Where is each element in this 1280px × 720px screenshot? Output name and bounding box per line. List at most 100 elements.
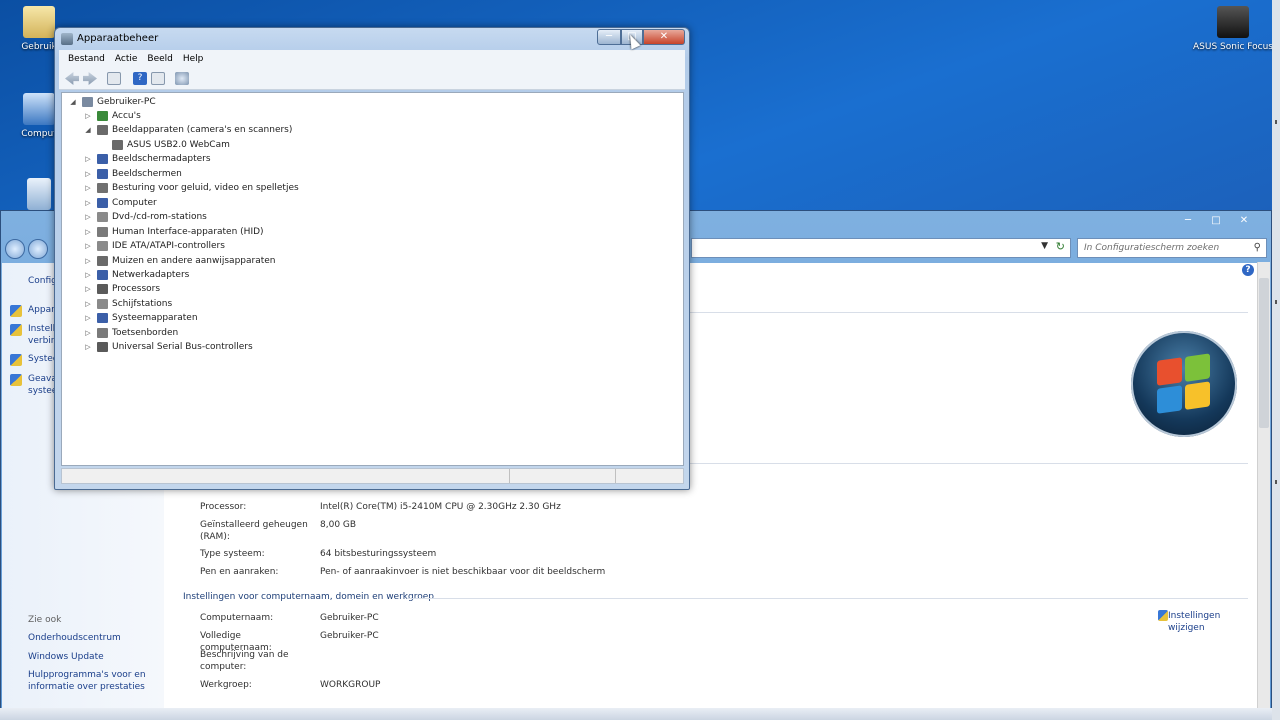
status-bar xyxy=(61,468,684,484)
shield-icon xyxy=(10,305,22,317)
see-also-title: Zie ook xyxy=(28,615,62,625)
computer-description-label: Beschrijving van de xyxy=(200,650,289,660)
back-icon[interactable] xyxy=(5,239,25,259)
expand-icon[interactable]: ▷ xyxy=(83,167,93,181)
desktop-icon-label: Gebruik xyxy=(21,42,57,52)
menu-file[interactable]: Bestand xyxy=(63,50,110,68)
tree-label: Dvd-/cd-rom-stations xyxy=(112,212,207,223)
chevron-down-icon[interactable]: ▼ xyxy=(1041,241,1048,251)
desktop-icon-label: ASUS Sonic Focus xyxy=(1193,42,1273,52)
screen-scrollbar[interactable] xyxy=(1272,0,1280,720)
expand-icon[interactable]: ▷ xyxy=(83,268,93,282)
computer-icon xyxy=(23,93,55,125)
computer-settings-heading: Instellingen voor computernaam, domein e… xyxy=(183,592,434,602)
menu-bar: Bestand Actie Beeld Help xyxy=(59,50,685,68)
help-icon[interactable]: ? xyxy=(133,72,147,85)
tree-label: IDE ATA/ATAPI-controllers xyxy=(112,241,225,252)
forward-icon[interactable] xyxy=(28,239,48,259)
left-link-advanced[interactable]: Geava xyxy=(28,373,57,385)
scrollbar[interactable] xyxy=(1257,262,1270,708)
device-category-icon xyxy=(97,342,108,353)
device-category-icon xyxy=(97,284,108,295)
tree-label: Gebruiker-PC xyxy=(97,97,156,107)
tree-label: ASUS USB2.0 WebCam xyxy=(127,139,230,150)
minimize-button[interactable]: ─ xyxy=(597,29,621,45)
user-folder-icon xyxy=(23,6,55,38)
expand-icon[interactable]: ▷ xyxy=(83,311,93,325)
minimize-button[interactable]: ─ xyxy=(1175,213,1201,229)
navigation-buttons xyxy=(5,239,48,259)
tree-label: Universal Serial Bus-controllers xyxy=(112,342,253,353)
device-category-icon xyxy=(97,125,108,136)
search-input[interactable]: In Configuratiescherm zoeken ⚲ xyxy=(1077,238,1267,258)
desktop-icon-label: Comput xyxy=(21,129,57,139)
address-bar[interactable]: ▼ ↻ xyxy=(691,238,1071,258)
left-link-advanced-line2[interactable]: systee xyxy=(28,385,57,397)
expand-icon[interactable]: ▷ xyxy=(83,340,93,354)
expand-icon[interactable]: ▷ xyxy=(83,109,93,123)
device-category-icon xyxy=(97,183,108,194)
menu-help[interactable]: Help xyxy=(178,50,209,68)
device-category-icon xyxy=(97,269,108,280)
back-arrow-icon[interactable] xyxy=(65,72,79,85)
change-settings-link[interactable]: Instellingen wijzigen xyxy=(1158,610,1248,634)
expand-icon[interactable]: ▷ xyxy=(83,225,93,239)
pen-touch-label: Pen en aanraken: xyxy=(200,567,279,577)
change-settings-label: Instellingen xyxy=(1168,611,1221,621)
see-also-link[interactable]: Hulpprogramma's voor en xyxy=(28,669,146,681)
computer-description-label-line2: computer: xyxy=(200,662,247,672)
control-panel-caption-buttons: ─ □ ✕ xyxy=(1175,213,1257,229)
see-also-link[interactable]: Windows Update xyxy=(28,651,104,663)
device-manager-window: Apparaatbeheer ─ □ ✕ Bestand Actie Beeld… xyxy=(54,27,690,490)
left-link-remote-line2[interactable]: verbin xyxy=(28,335,56,347)
recycle-bin-icon xyxy=(27,178,51,210)
caption-buttons: ─ □ ✕ xyxy=(597,29,685,45)
ram-value: 8,00 GB xyxy=(320,520,357,530)
tree-label: Beeldschermen xyxy=(112,168,182,179)
tree-label: Processors xyxy=(112,284,161,295)
ram-label: Geïnstalleerd geheugen xyxy=(200,520,308,530)
tree-label: Human Interface-apparaten (HID) xyxy=(112,226,264,237)
see-also-link[interactable]: Onderhoudscentrum xyxy=(28,632,121,644)
see-also-link-line2[interactable]: informatie over prestaties xyxy=(28,681,145,693)
expand-icon[interactable]: ▷ xyxy=(83,196,93,210)
expand-icon[interactable]: ▷ xyxy=(83,210,93,224)
scan-hardware-icon[interactable] xyxy=(175,72,189,85)
device-category-icon xyxy=(97,197,108,208)
close-button[interactable]: ✕ xyxy=(643,29,685,45)
menu-view[interactable]: Beeld xyxy=(142,50,177,68)
collapse-icon[interactable]: ◢ xyxy=(68,95,78,109)
change-settings-label-line2: wijzigen xyxy=(1168,623,1205,633)
expand-icon[interactable]: ▷ xyxy=(83,282,93,296)
tree-label: Netwerkadapters xyxy=(112,269,190,280)
tree-label: Schijfstations xyxy=(112,298,173,309)
forward-arrow-icon[interactable] xyxy=(83,72,97,85)
maximize-button[interactable]: □ xyxy=(1203,213,1229,229)
help-icon[interactable]: ? xyxy=(1242,264,1254,276)
windows-flag-icon xyxy=(1157,353,1211,415)
scroll-marker xyxy=(1275,300,1277,304)
tree-label: Accu's xyxy=(112,111,141,121)
expand-icon[interactable]: ▷ xyxy=(83,239,93,253)
close-button[interactable]: ✕ xyxy=(1231,213,1257,229)
properties-icon[interactable] xyxy=(151,72,165,85)
refresh-icon[interactable]: ↻ xyxy=(1056,240,1065,253)
left-pane-title[interactable]: Config xyxy=(28,275,57,287)
collapse-icon[interactable]: ◢ xyxy=(83,123,93,137)
expand-icon[interactable]: ▷ xyxy=(83,297,93,311)
search-icon[interactable]: ⚲ xyxy=(1254,242,1261,253)
device-category-icon xyxy=(97,241,108,252)
menu-action[interactable]: Actie xyxy=(110,50,143,68)
scrollbar-thumb[interactable] xyxy=(1259,278,1269,428)
expand-icon[interactable]: ▷ xyxy=(83,254,93,268)
expand-icon[interactable]: ▷ xyxy=(83,152,93,166)
search-placeholder: In Configuratiescherm zoeken xyxy=(1084,243,1220,253)
console-tree-icon[interactable] xyxy=(107,72,121,85)
shield-icon xyxy=(10,324,22,336)
expand-icon[interactable]: ▷ xyxy=(83,181,93,195)
system-type-value: 64 bitsbesturingssysteem xyxy=(320,549,437,559)
taskbar xyxy=(0,708,1272,720)
expand-icon[interactable]: ▷ xyxy=(83,326,93,340)
device-category-icon xyxy=(112,139,123,150)
desktop-icon-asus-sonic-focus[interactable]: ASUS Sonic Focus xyxy=(1192,6,1274,52)
